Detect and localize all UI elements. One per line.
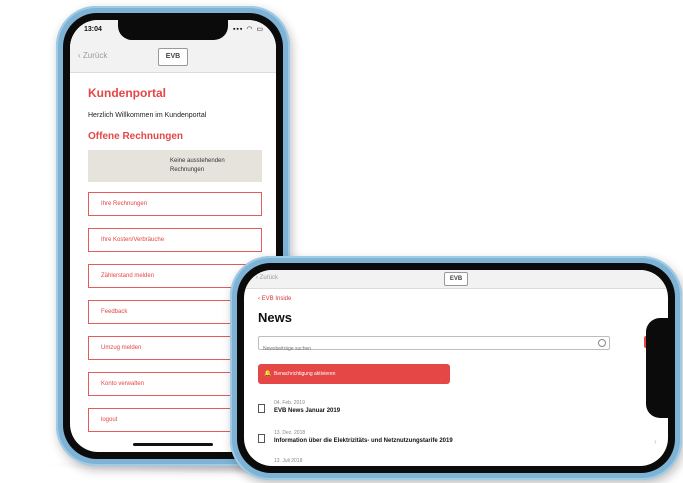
menu-button-costs[interactable]: Ihre Kosten/Verbräuche [88, 228, 262, 252]
news-title: News [258, 310, 292, 325]
nav-bar: ‹ Zurück EVB [70, 42, 276, 73]
page-title: Kundenportal [88, 86, 166, 100]
open-invoices-heading: Offene Rechnungen [88, 131, 184, 142]
news-search-field[interactable] [258, 336, 610, 355]
landscape-screen: ‹ Zurück EVB ‹ EVB Inside News 🔔 Benachr… [244, 270, 668, 466]
open-invoices-box: Keine ausstehenden Rechnungen [88, 150, 262, 182]
news-date: 13. Juli 2018 [274, 458, 303, 464]
landscape-logo-text: EVB [449, 276, 463, 282]
landscape-notch [646, 318, 668, 418]
news-date: 13. Dez. 2018 [274, 430, 306, 436]
back-button[interactable]: ‹ Zurück [78, 51, 107, 60]
evb-inside-back-link[interactable]: ‹ EVB Inside [258, 296, 291, 302]
news-item[interactable]: 13. Dez. 2018 Information über die Elekt… [258, 430, 618, 452]
status-time: 13:04 [84, 26, 102, 33]
landscape-back-button[interactable]: ‹ Zurück [256, 275, 278, 281]
news-headline: EVB News Januar 2019 [274, 408, 341, 414]
news-search-input[interactable] [259, 343, 583, 355]
news-date: 04. Feb. 2019 [274, 400, 305, 406]
landscape-nav-bar: ‹ Zurück EVB [244, 270, 668, 289]
logo-text: EVB [165, 53, 181, 60]
welcome-text: Herzlich Willkommen im Kundenportal [88, 112, 207, 119]
news-item[interactable]: 13. Juli 2018 [258, 458, 618, 466]
search-clear-icon[interactable] [598, 339, 606, 347]
document-icon [258, 434, 265, 443]
chevron-right-icon: › [654, 437, 657, 446]
home-indicator [133, 443, 213, 446]
landscape-phone: ‹ Zurück EVB ‹ EVB Inside News 🔔 Benachr… [230, 256, 682, 480]
open-invoices-text: Keine ausstehenden Rechnungen [170, 158, 225, 173]
notification-button-label: Benachrichtigung aktivieren [274, 371, 336, 377]
status-icons: ▪▪▪ ◠ ▭ [232, 26, 264, 33]
notification-button[interactable]: 🔔 Benachrichtigung aktivieren [258, 364, 450, 384]
news-item[interactable]: 04. Feb. 2019 EVB News Januar 2019 [258, 400, 618, 422]
notch [118, 20, 228, 40]
bell-icon: 🔔 [264, 371, 272, 377]
document-icon [258, 404, 265, 413]
evb-logo: EVB [158, 48, 188, 66]
news-headline: Information über die Elektrizitäts- und … [274, 438, 453, 444]
landscape-evb-logo: EVB [444, 272, 468, 286]
menu-button-invoices[interactable]: Ihre Rechnungen [88, 192, 262, 216]
